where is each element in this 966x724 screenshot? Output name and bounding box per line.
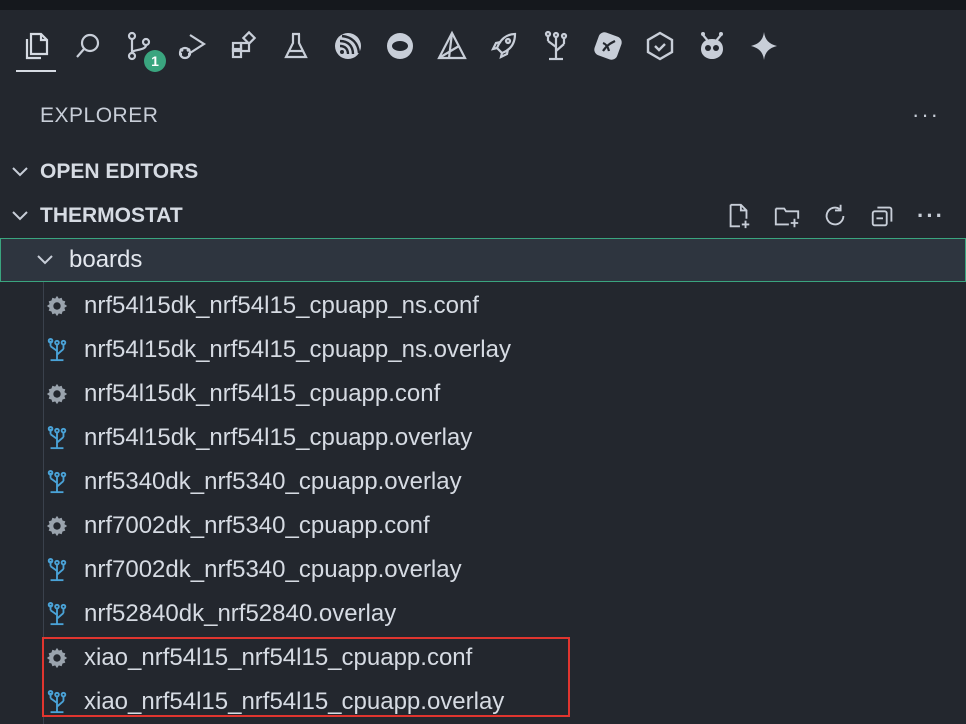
gear-icon xyxy=(44,293,70,319)
source-control-badge: 1 xyxy=(144,50,166,72)
gear-icon xyxy=(44,381,70,407)
device-tree-file-icon xyxy=(44,425,70,451)
sparkle-icon[interactable] xyxy=(738,16,790,76)
workspace-actions: ··· xyxy=(722,194,948,238)
chevron-down-icon xyxy=(12,167,28,177)
workspace-label: THERMOSTAT xyxy=(40,204,183,227)
search-icon[interactable] xyxy=(62,16,114,76)
device-tree-file-icon xyxy=(44,469,70,495)
explorer-more-actions-button[interactable]: ··· xyxy=(912,102,940,128)
explorer-title: EXPLORER xyxy=(40,104,159,127)
device-tree-file-icon xyxy=(44,337,70,363)
collapse-all-icon[interactable] xyxy=(866,199,900,233)
file-item[interactable]: nrf7002dk_nrf5340_cpuapp.overlay xyxy=(44,548,966,592)
device-tree-file-icon xyxy=(44,601,70,627)
file-label: nrf54l15dk_nrf54l15_cpuapp_ns.overlay xyxy=(84,336,511,363)
platformio-icon[interactable] xyxy=(686,16,738,76)
section-more-actions-button[interactable]: ··· xyxy=(914,199,948,233)
device-tree-file-icon xyxy=(44,557,70,583)
open-editors-label: OPEN EDITORS xyxy=(40,160,199,183)
rocket-icon[interactable] xyxy=(478,16,530,76)
extensions-icon[interactable] xyxy=(218,16,270,76)
file-item[interactable]: nrf54l15dk_nrf54l15_cpuapp_ns.overlay xyxy=(44,328,966,372)
file-label: nrf7002dk_nrf5340_cpuapp.overlay xyxy=(84,556,462,583)
activity-bar: 1 xyxy=(0,10,966,82)
title-bar-strip xyxy=(0,0,966,10)
new-file-icon[interactable] xyxy=(722,199,756,233)
chevron-down-icon xyxy=(12,211,28,221)
file-item[interactable]: nrf5340dk_nrf5340_cpuapp.overlay xyxy=(44,460,966,504)
refresh-icon[interactable] xyxy=(818,199,852,233)
testing-icon[interactable] xyxy=(270,16,322,76)
git-graph-icon[interactable] xyxy=(582,16,634,76)
file-label: nrf5340dk_nrf5340_cpuapp.overlay xyxy=(84,468,462,495)
file-label: nrf54l15dk_nrf54l15_cpuapp_ns.conf xyxy=(84,292,479,319)
nrf-connect-icon[interactable] xyxy=(426,16,478,76)
file-item[interactable]: nrf54l15dk_nrf54l15_cpuapp_ns.conf xyxy=(44,284,966,328)
explorer-icon[interactable] xyxy=(10,16,62,76)
file-item[interactable]: nrf7002dk_nrf5340_cpuapp.conf xyxy=(44,504,966,548)
file-label: nrf7002dk_nrf5340_cpuapp.conf xyxy=(84,512,430,539)
workspace-section-header[interactable]: THERMOSTAT ··· xyxy=(0,194,966,238)
open-editors-section-header[interactable]: OPEN EDITORS xyxy=(0,150,966,194)
folder-label: boards xyxy=(69,246,143,273)
source-control-icon[interactable]: 1 xyxy=(114,16,166,76)
file-item[interactable]: nrf54l15dk_nrf54l15_cpuapp.overlay xyxy=(44,416,966,460)
file-item[interactable]: nrf54l15dk_nrf54l15_cpuapp.conf xyxy=(44,372,966,416)
device-tree-icon[interactable] xyxy=(530,16,582,76)
run-debug-icon[interactable] xyxy=(166,16,218,76)
file-label: nrf54l15dk_nrf54l15_cpuapp.overlay xyxy=(84,424,473,451)
folder-boards[interactable]: boards xyxy=(0,238,966,282)
new-folder-icon[interactable] xyxy=(770,199,804,233)
espressif-icon[interactable] xyxy=(322,16,374,76)
copilot-icon[interactable] xyxy=(634,16,686,76)
gear-icon xyxy=(44,513,70,539)
file-item[interactable]: nrf52840dk_nrf52840.overlay xyxy=(44,592,966,636)
chevron-down-icon xyxy=(37,255,53,265)
file-label: nrf54l15dk_nrf54l15_cpuapp.conf xyxy=(84,380,441,407)
remote-icon[interactable] xyxy=(374,16,426,76)
file-label: nrf52840dk_nrf52840.overlay xyxy=(84,600,397,627)
highlight-annotation xyxy=(42,637,570,717)
